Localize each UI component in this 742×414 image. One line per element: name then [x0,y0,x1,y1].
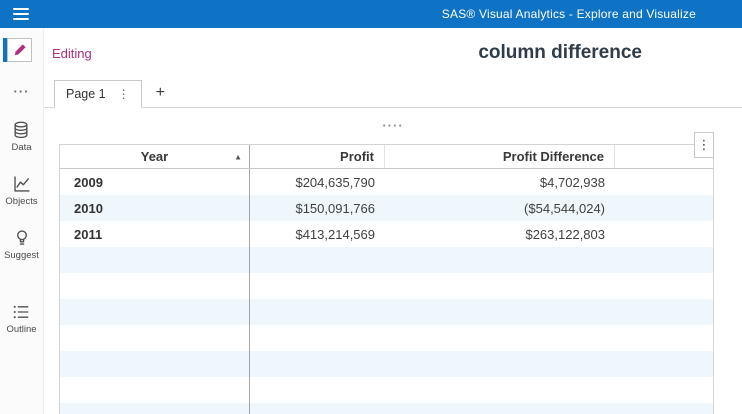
table-row[interactable]: 2011 $413,214,569 $263,122,803 [60,221,713,247]
page-tab-bar: Page 1 ⋮ + [44,78,742,108]
table-options-menu-icon[interactable]: ⋮ [694,132,714,158]
profit-difference-cell[interactable]: $4,702,938 [385,169,615,195]
sidebar-item-data[interactable]: Data [11,121,32,153]
object-drag-handle-icon[interactable]: ···· [382,118,403,133]
sidebar-item-objects[interactable]: Objects [5,175,38,207]
tab-page-1[interactable]: Page 1 ⋮ [54,80,142,108]
column-header-profit-difference[interactable]: Profit Difference [385,145,615,168]
empty-table-row [60,377,713,403]
profit-difference-cell[interactable]: ($54,544,024) [385,195,615,221]
app-title: SAS® Visual Analytics - Explore and Visu… [441,7,696,21]
profit-cell[interactable]: $150,091,766 [250,195,385,221]
column-header-profit[interactable]: Profit [250,145,385,168]
table-row[interactable]: 2009 $204,635,790 $4,702,938 [60,169,713,195]
empty-table-row [60,247,713,273]
sort-ascending-icon: ▲ [234,152,242,161]
outline-list-icon [14,305,29,319]
empty-table-row [60,351,713,377]
line-chart-icon [13,176,30,192]
add-page-button[interactable]: + [156,85,165,101]
empty-table-row [60,403,713,414]
editing-mode-label: Editing [52,45,92,61]
empty-table-row [60,273,713,299]
report-title: column difference [478,42,642,63]
report-toolbar: Editing column difference [44,28,742,78]
rail-overflow-icon[interactable]: ··· [14,84,30,99]
sidebar-item-label: Objects [5,196,38,207]
left-rail: ··· Data Objects Suggest Outline [0,28,44,414]
sidebar-item-label: Outline [6,324,37,335]
lightbulb-icon [16,230,27,245]
profit-cell[interactable]: $204,635,790 [250,169,385,195]
empty-table-row [60,299,713,325]
pencil-icon [14,44,26,56]
report-canvas: ···· ⋮ Year ▲ Profit Profit Difference 2… [44,108,742,414]
empty-table-row [60,325,713,351]
database-icon [14,121,29,139]
sidebar-item-outline[interactable]: Outline [6,303,37,335]
list-table-object[interactable]: ⋮ Year ▲ Profit Profit Difference 2009 $… [59,132,714,414]
page-tab-menu-icon[interactable]: ⋮ [118,87,130,101]
year-cell[interactable]: 2009 [60,169,250,195]
edit-mode-toggle[interactable] [3,38,32,62]
table-row[interactable]: 2010 $150,091,766 ($54,544,024) [60,195,713,221]
profit-cell[interactable]: $413,214,569 [250,221,385,247]
page-tab-label: Page 1 [66,87,106,101]
edit-pencil-button[interactable] [7,38,32,62]
sidebar-item-label: Data [11,142,32,153]
sidebar-item-suggest[interactable]: Suggest [4,229,39,261]
column-header-year[interactable]: Year ▲ [60,145,250,168]
year-cell[interactable]: 2010 [60,195,250,221]
app-top-bar: SAS® Visual Analytics - Explore and Visu… [0,0,742,28]
year-cell[interactable]: 2011 [60,221,250,247]
hamburger-menu-icon[interactable] [13,8,29,20]
sidebar-item-label: Suggest [4,250,39,261]
table-header-row: Year ▲ Profit Profit Difference [60,145,713,169]
profit-difference-cell[interactable]: $263,122,803 [385,221,615,247]
